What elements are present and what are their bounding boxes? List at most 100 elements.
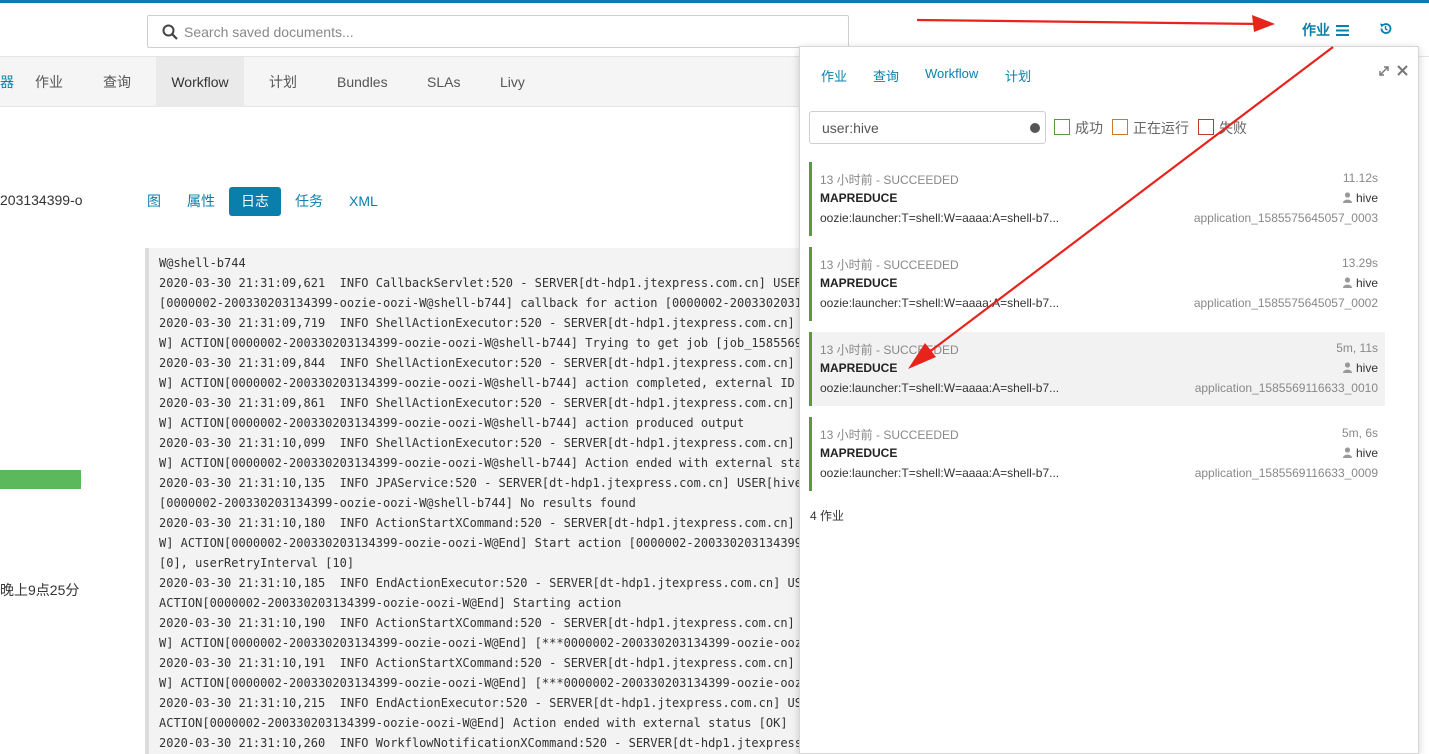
job-count: 4 作业 <box>810 509 845 523</box>
filter-running-checkbox[interactable] <box>1112 119 1128 135</box>
nav-item-slas[interactable]: SLAs <box>427 57 460 107</box>
log-line: W@shell-b744 <box>159 256 246 270</box>
panel-tab-queries[interactable]: 查询 <box>873 66 899 85</box>
user-icon <box>1342 447 1352 458</box>
job-list-item[interactable]: 13 小时前 - SUCCEEDED 5m, 11s MAPREDUCE hive oo… <box>809 332 1385 406</box>
tab-tasks[interactable]: 任务 <box>283 187 335 216</box>
list-icon <box>1336 25 1349 36</box>
panel-tab-jobs[interactable]: 作业 <box>821 66 847 85</box>
job-app-id[interactable]: application_1585575645057_0003 <box>1194 211 1378 225</box>
jobs-panel: 作业 查询 Workflow 计划 user:hive 成功 正在运行 失败 1… <box>799 46 1419 754</box>
job-duration: 5m, 11s <box>1336 341 1378 355</box>
log-line: 2020-03-30 21:31:10,185 INFO EndActionEx… <box>159 576 800 590</box>
filter-failed-label: 失败 <box>1219 120 1247 136</box>
log-line: 2020-03-30 21:31:10,099 INFO ShellAction… <box>159 436 795 450</box>
log-line: W] ACTION[0000002-200330203134399-oozie-… <box>159 376 795 390</box>
job-app-id[interactable]: application_1585575645057_0002 <box>1194 296 1378 310</box>
log-line: W] ACTION[0000002-200330203134399-oozie-… <box>159 456 800 470</box>
tab-properties[interactable]: 属性 <box>175 187 227 216</box>
log-line: ACTION[0000002-200330203134399-oozie-ooz… <box>159 596 622 610</box>
filter-failed-checkbox[interactable] <box>1198 119 1214 135</box>
job-name[interactable]: oozie:launcher:T=shell:W=aaaa:A=shell-b7… <box>820 381 1059 395</box>
log-line: [0], userRetryInterval [10] <box>159 556 355 570</box>
search-input[interactable]: Search saved documents... <box>147 15 849 48</box>
tab-log[interactable]: 日志 <box>229 187 281 216</box>
nav-item-jobs[interactable]: 作业 <box>35 57 63 107</box>
jobs-button-label: 作业 <box>1302 22 1330 38</box>
search-icon <box>162 24 178 40</box>
tab-xml[interactable]: XML <box>337 187 390 216</box>
log-line: ACTION[0000002-200330203134399-oozie-ooz… <box>159 716 788 730</box>
nav-item-livy[interactable]: Livy <box>500 57 525 107</box>
close-icon[interactable] <box>1397 65 1408 76</box>
log-line: 2020-03-30 21:31:09,621 INFO CallbackSer… <box>159 276 800 290</box>
job-type: MAPREDUCE <box>820 191 898 205</box>
filter-value: user:hive <box>822 120 879 136</box>
log-line: W] ACTION[0000002-200330203134399-oozie-… <box>159 676 800 690</box>
panel-tab-workflow[interactable]: Workflow <box>925 66 978 81</box>
job-user-name: hive <box>1355 191 1378 205</box>
progress-bar <box>0 470 81 489</box>
history-icon[interactable] <box>1379 22 1392 35</box>
job-user: hive <box>1342 361 1378 375</box>
job-type: MAPREDUCE <box>820 446 898 460</box>
job-duration: 5m, 6s <box>1341 426 1378 440</box>
panel-tab-schedule[interactable]: 计划 <box>1005 66 1031 85</box>
log-line: W] ACTION[0000002-200330203134399-oozie-… <box>159 536 800 550</box>
job-list-item[interactable]: 13 小时前 - SUCCEEDED 11.12s MAPREDUCE hive ooz… <box>809 162 1385 236</box>
job-time-status: 13 小时前 - SUCCEEDED <box>820 343 959 357</box>
job-user: hive <box>1342 446 1378 460</box>
job-time-status: 13 小时前 - SUCCEEDED <box>820 173 959 187</box>
job-time-status: 13 小时前 - SUCCEEDED <box>820 258 959 272</box>
job-time-status: 13 小时前 - SUCCEEDED <box>820 428 959 442</box>
job-duration: 11.12s <box>1342 171 1378 185</box>
job-user-name: hive <box>1355 361 1378 375</box>
log-line: 2020-03-30 21:31:09,719 INFO ShellAction… <box>159 316 795 330</box>
filter-succeeded-checkbox[interactable] <box>1054 119 1070 135</box>
main-nav: 器 作业 查询 Workflow 计划 Bundles SLAs Livy <box>0 57 800 107</box>
job-user-name: hive <box>1355 276 1378 290</box>
job-app-id[interactable]: application_1585569116633_0010 <box>1195 381 1378 395</box>
nav-item-workflow[interactable]: Workflow <box>156 57 244 107</box>
nav-item-queries[interactable]: 查询 <box>103 57 131 107</box>
job-list-item[interactable]: 13 小时前 - SUCCEEDED 13.29s MAPREDUCE hive ooz… <box>809 247 1385 321</box>
log-line: W] ACTION[0000002-200330203134399-oozie-… <box>159 416 745 430</box>
log-line: 2020-03-30 21:31:09,861 INFO ShellAction… <box>159 396 795 410</box>
job-name[interactable]: oozie:launcher:T=shell:W=aaaa:A=shell-b7… <box>820 296 1059 310</box>
tab-graph[interactable]: 图 <box>135 187 173 216</box>
log-line: 2020-03-30 21:31:10,191 INFO ActionStart… <box>159 656 795 670</box>
job-name[interactable]: oozie:launcher:T=shell:W=aaaa:A=shell-b7… <box>820 466 1059 480</box>
job-user: hive <box>1342 191 1378 205</box>
user-icon <box>1342 362 1352 373</box>
job-list-item[interactable]: 13 小时前 - SUCCEEDED 5m, 6s MAPREDUCE hive ooz… <box>809 417 1385 491</box>
expand-icon[interactable] <box>1378 65 1390 77</box>
log-line: W] ACTION[0000002-200330203134399-oozie-… <box>159 336 800 350</box>
nav-item-schedule[interactable]: 计划 <box>269 57 297 107</box>
log-line: [0000002-200330203134399-oozie-oozi-W@sh… <box>159 296 800 310</box>
workflow-id-fragment: 203134399-o <box>0 192 83 208</box>
log-line: [0000002-200330203134399-oozie-oozi-W@sh… <box>159 496 636 510</box>
log-line: 2020-03-30 21:31:10,180 INFO ActionStart… <box>159 516 795 530</box>
log-line: W] ACTION[0000002-200330203134399-oozie-… <box>159 636 800 650</box>
nav-stub-label[interactable]: 器 <box>0 57 14 107</box>
jobs-button[interactable]: 作业 <box>1302 20 1349 40</box>
log-line: 2020-03-30 21:31:10,260 INFO WorkflowNot… <box>159 736 800 750</box>
filter-running-label: 正在运行 <box>1133 120 1189 136</box>
job-app-id[interactable]: application_1585569116633_0009 <box>1195 466 1378 480</box>
nav-item-bundles[interactable]: Bundles <box>337 57 388 107</box>
filter-succeeded-label: 成功 <box>1075 120 1103 136</box>
time-fragment: 晚上9点25分 <box>0 582 80 598</box>
log-line: 2020-03-30 21:31:10,190 INFO ActionStart… <box>159 616 795 630</box>
log-line: 2020-03-30 21:31:10,215 INFO EndActionEx… <box>159 696 800 710</box>
job-duration: 13.29s <box>1341 256 1378 270</box>
job-user: hive <box>1342 276 1378 290</box>
job-user-name: hive <box>1355 446 1378 460</box>
log-output: W@shell-b744 2020-03-30 21:31:09,621 INFO… <box>145 248 800 754</box>
jobs-filter-input[interactable]: user:hive <box>809 111 1046 144</box>
user-icon <box>1342 277 1352 288</box>
clear-filter-icon[interactable] <box>1030 123 1040 133</box>
job-type: MAPREDUCE <box>820 276 898 290</box>
user-icon <box>1342 192 1352 203</box>
job-name[interactable]: oozie:launcher:T=shell:W=aaaa:A=shell-b7… <box>820 211 1059 225</box>
job-type: MAPREDUCE <box>820 361 898 375</box>
